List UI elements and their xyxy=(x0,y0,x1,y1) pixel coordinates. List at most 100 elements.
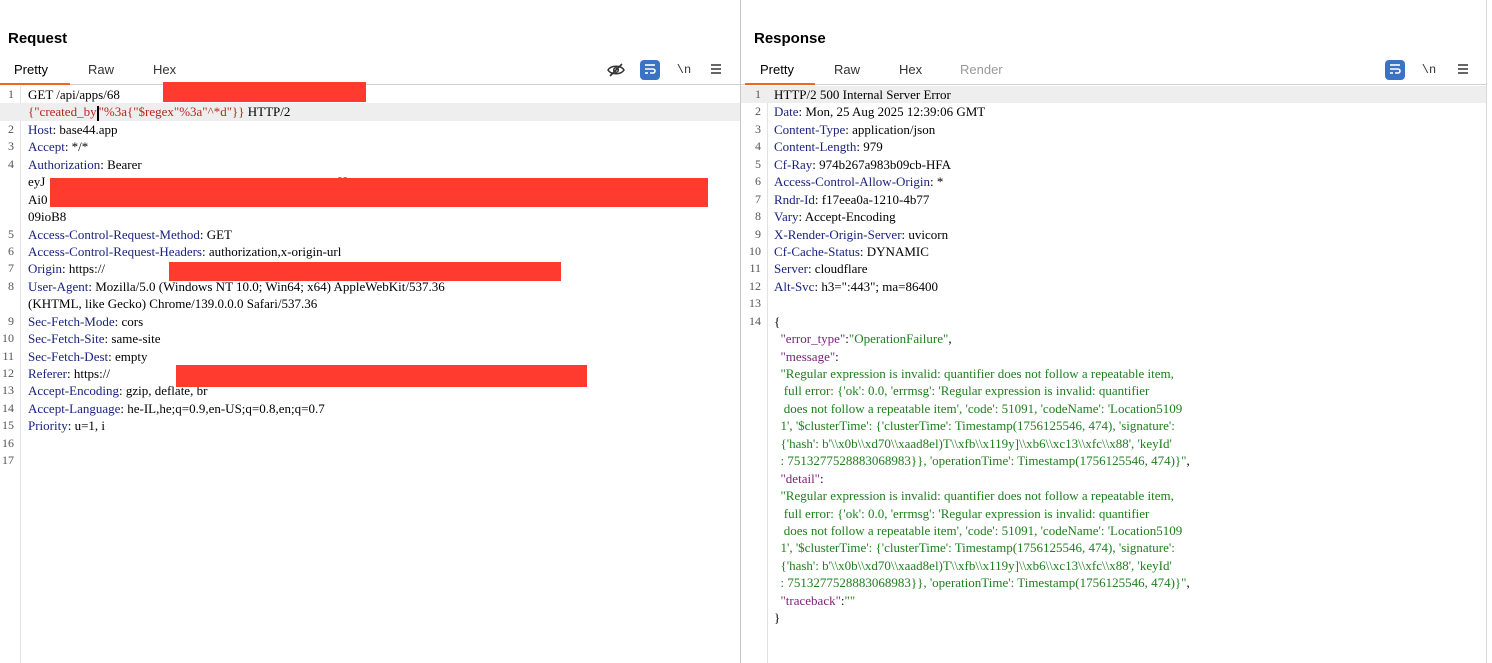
request-line[interactable]: 15 Priority: u=1, i xyxy=(0,417,740,434)
response-line[interactable]: 9 X-Render-Origin-Server: uvicorn xyxy=(741,226,1486,243)
response-editor[interactable]: 1 HTTP/2 500 Internal Server Error 2 Date: … xyxy=(741,86,1486,663)
request-line[interactable]: 4 Authorization: Bearer xyxy=(0,156,740,173)
response-line[interactable]: 8 Vary: Accept-Encoding xyxy=(741,208,1486,225)
response-line[interactable]: "message": xyxy=(741,348,1486,365)
response-line[interactable]: 12 Alt-Svc: h3=":443"; ma=86400 xyxy=(741,278,1486,295)
request-line[interactable]: 5 Access-Control-Request-Method: GET xyxy=(0,226,740,243)
response-line[interactable]: : 7513277528883068983}}, 'operationTime'… xyxy=(741,574,1486,591)
response-lines: 1 HTTP/2 500 Internal Server Error 2 Date: … xyxy=(741,86,1486,627)
word-wrap-icon[interactable] xyxy=(1385,60,1405,80)
response-line[interactable]: 3 Content-Type: application/json xyxy=(741,121,1486,138)
response-line[interactable]: 7 Rndr-Id: f17eea0a-1210-4b77 xyxy=(741,191,1486,208)
response-line[interactable]: 14 { xyxy=(741,313,1486,330)
request-line[interactable]: 10 Sec-Fetch-Site: same-site xyxy=(0,330,740,347)
code-token: "message" xyxy=(774,348,836,364)
response-line[interactable]: "Regular expression is invalid: quantifi… xyxy=(741,365,1486,382)
response-line[interactable]: 11 Server: cloudflare xyxy=(741,260,1486,277)
response-line[interactable]: 1', '$clusterTime': {'clusterTime': Time… xyxy=(741,417,1486,434)
newline-toggle[interactable]: \n xyxy=(1419,60,1439,80)
response-tab-raw[interactable]: Raw xyxy=(834,62,860,77)
line-code: Accept-Language: he-IL,he;q=0.9,en-US;q=… xyxy=(28,400,325,417)
response-line[interactable]: full error: {'ok': 0.0, 'errmsg': 'Regul… xyxy=(741,382,1486,399)
code-token: Accept-Encoding xyxy=(28,383,119,399)
code-token: : f17eea0a-1210-4b77 xyxy=(814,191,930,207)
response-line[interactable]: does not follow a repeatable item', 'cod… xyxy=(741,400,1486,417)
line-number: 3 xyxy=(755,121,761,136)
response-line[interactable]: "error_type":"OperationFailure", xyxy=(741,330,1486,347)
response-line[interactable]: 6 Access-Control-Allow-Origin: * xyxy=(741,173,1486,190)
response-line[interactable]: full error: {'ok': 0.0, 'errmsg': 'Regul… xyxy=(741,505,1486,522)
line-number: 6 xyxy=(755,174,761,189)
response-line[interactable]: "detail": xyxy=(741,470,1486,487)
request-line[interactable]: 9 Sec-Fetch-Mode: cors xyxy=(0,313,740,330)
response-title: Response xyxy=(754,30,826,47)
line-number: 10 xyxy=(2,331,14,346)
code-token: Server xyxy=(774,261,808,277)
request-line[interactable]: 16 xyxy=(0,435,740,452)
request-tab-pretty[interactable]: Pretty xyxy=(14,62,48,77)
code-token: : 7513277528883068983}}, 'operationTime'… xyxy=(774,453,1187,469)
response-tab-render[interactable]: Render xyxy=(960,62,1003,77)
code-token: Rndr-Id xyxy=(774,191,815,207)
line-code: : 7513277528883068983}}, 'operationTime'… xyxy=(774,574,1190,591)
response-line[interactable]: 10 Cf-Cache-Status: DYNAMIC xyxy=(741,243,1486,260)
response-tab-pretty[interactable]: Pretty xyxy=(760,62,794,77)
code-token: Ai0 xyxy=(28,191,48,207)
request-tab-raw[interactable]: Raw xyxy=(88,62,114,77)
request-line[interactable]: 3 Accept: */* xyxy=(0,138,740,155)
response-line[interactable]: 5 Cf-Ray: 974b267a983b09cb-HFA xyxy=(741,156,1486,173)
response-line[interactable]: } xyxy=(741,609,1486,626)
request-line[interactable]: 2 Host: base44.app xyxy=(0,121,740,138)
code-token: : Mon, 25 Aug 2025 12:39:06 GMT xyxy=(798,104,986,120)
request-line[interactable]: (KHTML, like Gecko) Chrome/139.0.0.0 Saf… xyxy=(0,295,740,312)
response-line[interactable]: 2 Date: Mon, 25 Aug 2025 12:39:06 GMT xyxy=(741,103,1486,120)
request-tab-hex[interactable]: Hex xyxy=(153,62,176,77)
response-tab-underline xyxy=(745,83,815,85)
response-line[interactable]: 1', '$clusterTime': {'clusterTime': Time… xyxy=(741,539,1486,556)
response-line[interactable]: 13 xyxy=(741,295,1486,312)
code-token: : xyxy=(835,348,839,364)
line-code: Sec-Fetch-Site: same-site xyxy=(28,330,161,347)
line-number: 13 xyxy=(749,296,761,311)
response-line[interactable]: {'hash': b'\\x0b\\xd70\\xaad8el)T\\xfb\\… xyxy=(741,557,1486,574)
line-code: Vary: Accept-Encoding xyxy=(774,208,896,225)
line-code: "message": xyxy=(774,348,839,365)
code-token: Priority xyxy=(28,418,68,434)
line-code: Priority: u=1, i xyxy=(28,417,105,434)
response-line[interactable]: 4 Content-Length: 979 xyxy=(741,138,1486,155)
hide-eye-icon[interactable] xyxy=(606,60,626,80)
response-line[interactable]: does not follow a repeatable item', 'cod… xyxy=(741,522,1486,539)
menu-icon[interactable] xyxy=(706,60,726,80)
response-line[interactable]: 1 HTTP/2 500 Internal Server Error xyxy=(741,86,1486,104)
request-line[interactable]: 11 Sec-Fetch-Dest: empty xyxy=(0,348,740,365)
request-line[interactable]: 17 xyxy=(0,452,740,469)
response-line[interactable]: {'hash': b'\\x0b\\xd70\\xaad8el)T\\xfb\\… xyxy=(741,435,1486,452)
request-line[interactable]: 14 Accept-Language: he-IL,he;q=0.9,en-US;… xyxy=(0,400,740,417)
request-line[interactable]: 09ioB8 xyxy=(0,208,740,225)
response-line[interactable]: "Regular expression is invalid: quantifi… xyxy=(741,487,1486,504)
response-tabs: Pretty Raw Hex Render xyxy=(741,58,1486,85)
newline-toggle[interactable]: \n xyxy=(674,60,694,80)
word-wrap-icon[interactable] xyxy=(640,60,660,80)
code-token: : */* xyxy=(64,139,89,155)
code-token: Access-Control-Request-Method xyxy=(28,226,200,242)
menu-icon[interactable] xyxy=(1453,60,1473,80)
line-number: 9 xyxy=(755,226,761,241)
line-number: 11 xyxy=(2,348,14,363)
line-code: 1', '$clusterTime': {'clusterTime': Time… xyxy=(774,417,1175,434)
code-token: : u=1, i xyxy=(67,418,106,434)
line-number: 2 xyxy=(8,121,14,136)
line-code: {'hash': b'\\x0b\\xd70\\xaad8el)T\\xfb\\… xyxy=(774,557,1172,574)
response-line[interactable]: "traceback":"" xyxy=(741,592,1486,609)
code-token: Authorization xyxy=(28,156,101,172)
request-editor[interactable]: 1GET /api/apps/68 /entities/Lead?q={"cre… xyxy=(0,82,740,663)
response-tab-hex[interactable]: Hex xyxy=(899,62,922,77)
line-code: does not follow a repeatable item', 'cod… xyxy=(774,522,1183,539)
line-code: 1', '$clusterTime': {'clusterTime': Time… xyxy=(774,539,1175,556)
request-line[interactable]: {"created_by "%3a{"$regex"%3a"^*d"}} HTTP… xyxy=(0,103,740,121)
code-token: 1', '$clusterTime': {'clusterTime': Time… xyxy=(774,540,1175,556)
request-line[interactable]: 1GET /api/apps/68 /entities/Lead?q= xyxy=(0,86,740,103)
response-line[interactable]: : 7513277528883068983}}, 'operationTime'… xyxy=(741,452,1486,469)
code-token: "traceback" xyxy=(774,592,841,608)
request-line[interactable]: 6 Access-Control-Request-Headers: authori… xyxy=(0,243,740,260)
